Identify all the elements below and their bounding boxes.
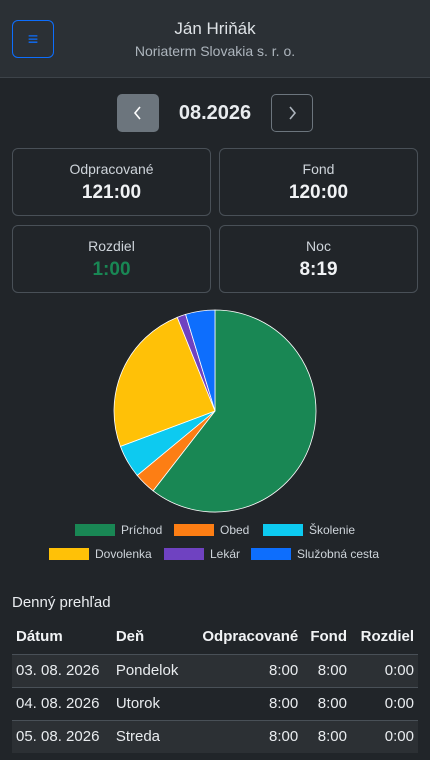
- header-worked: Odpracované: [202, 628, 299, 646]
- legend-swatch: [263, 524, 303, 536]
- legend-label: Školenie: [309, 523, 356, 537]
- cell-difference: 0:00: [351, 653, 418, 687]
- cell-fund: 8:00: [302, 653, 351, 687]
- legend-label: Obed: [220, 523, 250, 537]
- table-row[interactable]: 03. 08. 2026 Pondelok 8:00 8:00 0:00: [12, 653, 418, 687]
- table-row[interactable]: 04. 08. 2026 Utorok 8:00 8:00 0:00: [12, 686, 418, 720]
- previous-month-button[interactable]: [117, 94, 159, 132]
- fund-label: Fond: [302, 161, 335, 177]
- night-label: Noc: [306, 238, 331, 254]
- cell-worked: 8:00: [188, 686, 303, 720]
- legend-label: Príchod: [121, 523, 163, 537]
- legend-swatch: [174, 524, 214, 536]
- header-day: Deň: [115, 628, 145, 646]
- pie-chart: [113, 309, 317, 513]
- legend-item[interactable]: Obed: [174, 522, 249, 538]
- worked-card: Odpracované 121:00: [12, 148, 211, 216]
- legend-label: Lekár: [210, 547, 241, 561]
- table-header-row: Dátum Deň Odpracované Fond Rozdiel: [12, 620, 418, 654]
- legend-swatch: [164, 548, 204, 560]
- cell-difference: 0:00: [351, 686, 418, 720]
- legend-swatch: [49, 548, 89, 560]
- header-difference: Rozdiel: [360, 628, 414, 646]
- cell-day: Pondelok: [111, 653, 189, 687]
- legend-label: Služobná cesta: [297, 547, 380, 561]
- cell-worked: 8:00: [188, 719, 303, 753]
- legend-item[interactable]: Príchod: [75, 522, 162, 538]
- chevron-left-icon: [133, 106, 141, 120]
- month-navigation: 08.2026: [0, 94, 430, 132]
- fund-card: Fond 120:00: [219, 148, 418, 216]
- cell-difference: 0:00: [351, 719, 418, 753]
- next-month-button[interactable]: [271, 94, 313, 132]
- cell-worked: 8:00: [188, 653, 303, 687]
- difference-label: Rozdiel: [88, 238, 135, 254]
- header-date: Dátum: [16, 628, 63, 646]
- worked-label: Odpracované: [69, 161, 154, 177]
- time-breakdown-chart: Príchod Obed Školenie Dovolenka Lekár Služobn…: [0, 300, 430, 580]
- legend-swatch: [251, 548, 291, 560]
- legend-item[interactable]: Dovolenka: [49, 546, 152, 562]
- cell-date: 03. 08. 2026: [12, 653, 112, 687]
- fund-value: 120:00: [288, 182, 349, 203]
- daily-table: Dátum Deň Odpracované Fond Rozdiel 03. 0…: [12, 620, 418, 753]
- legend-item[interactable]: Školenie: [263, 522, 355, 538]
- cell-day: Utorok: [111, 686, 189, 720]
- night-value: 8:19: [299, 259, 338, 280]
- legend-item[interactable]: Lekár: [164, 546, 240, 562]
- chevron-right-icon: [289, 106, 297, 120]
- app-header: ≡ Ján Hriňák Noriaterm Slovakia s. r. o.: [0, 0, 430, 78]
- difference-card: Rozdiel 1:00: [12, 225, 211, 293]
- cell-date: 05. 08. 2026: [12, 719, 112, 753]
- company-name: Noriaterm Slovakia s. r. o.: [134, 43, 296, 59]
- cell-fund: 8:00: [302, 719, 351, 753]
- header-fund: Fond: [310, 628, 347, 646]
- legend-item[interactable]: Služobná cesta: [251, 546, 379, 562]
- night-card: Noc 8:19: [219, 225, 418, 293]
- legend-label: Dovolenka: [95, 547, 152, 561]
- table-row[interactable]: 05. 08. 2026 Streda 8:00 8:00 0:00: [12, 719, 418, 753]
- daily-overview-title: Denný prehľad: [12, 594, 111, 611]
- user-name: Ján Hriňák: [174, 19, 256, 38]
- current-month: 08.2026: [178, 102, 252, 124]
- cell-date: 04. 08. 2026: [12, 686, 112, 720]
- difference-value: 1:00: [92, 259, 131, 280]
- worked-value: 121:00: [81, 182, 142, 203]
- legend-swatch: [75, 524, 115, 536]
- cell-day: Streda: [111, 719, 189, 753]
- cell-fund: 8:00: [302, 686, 351, 720]
